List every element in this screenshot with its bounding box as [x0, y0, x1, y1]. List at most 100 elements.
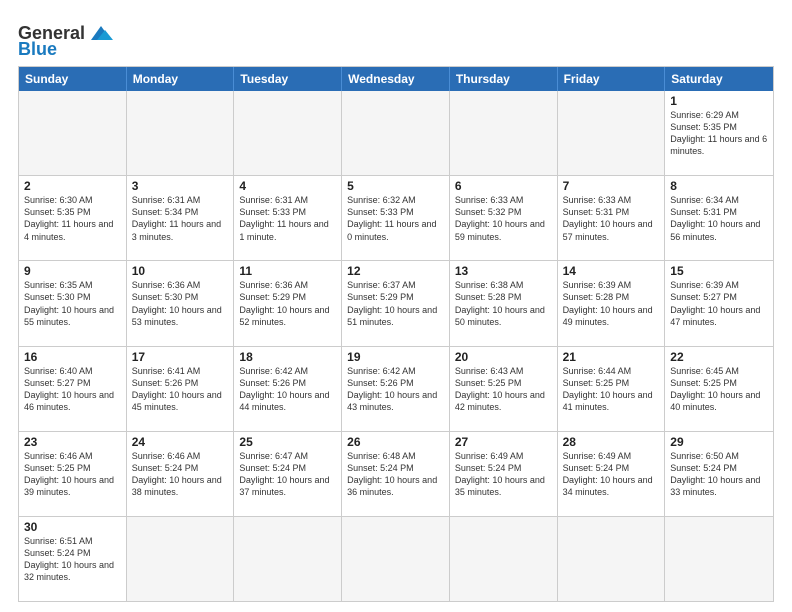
header-day-sunday: Sunday [19, 67, 127, 91]
day-cell-9: 9Sunrise: 6:35 AMSunset: 5:30 PMDaylight… [19, 261, 127, 345]
day-number: 29 [670, 435, 768, 449]
day-info: Sunrise: 6:31 AMSunset: 5:33 PMDaylight:… [239, 194, 336, 243]
day-cell-6: 6Sunrise: 6:33 AMSunset: 5:32 PMDaylight… [450, 176, 558, 260]
day-cell-5: 5Sunrise: 6:32 AMSunset: 5:33 PMDaylight… [342, 176, 450, 260]
day-cell-4: 4Sunrise: 6:31 AMSunset: 5:33 PMDaylight… [234, 176, 342, 260]
page: General Blue SundayMondayTuesdayWednesda… [0, 0, 792, 612]
logo-icon [87, 22, 115, 44]
empty-cell [127, 91, 235, 175]
day-cell-3: 3Sunrise: 6:31 AMSunset: 5:34 PMDaylight… [127, 176, 235, 260]
day-number: 13 [455, 264, 552, 278]
day-cell-27: 27Sunrise: 6:49 AMSunset: 5:24 PMDayligh… [450, 432, 558, 516]
day-number: 19 [347, 350, 444, 364]
day-number: 20 [455, 350, 552, 364]
day-number: 26 [347, 435, 444, 449]
empty-cell [558, 517, 666, 601]
day-number: 25 [239, 435, 336, 449]
empty-cell [234, 91, 342, 175]
logo: General Blue [18, 22, 115, 58]
day-info: Sunrise: 6:39 AMSunset: 5:27 PMDaylight:… [670, 279, 768, 328]
day-number: 4 [239, 179, 336, 193]
day-info: Sunrise: 6:35 AMSunset: 5:30 PMDaylight:… [24, 279, 121, 328]
day-info: Sunrise: 6:47 AMSunset: 5:24 PMDaylight:… [239, 450, 336, 499]
day-info: Sunrise: 6:46 AMSunset: 5:24 PMDaylight:… [132, 450, 229, 499]
empty-cell [558, 91, 666, 175]
day-info: Sunrise: 6:38 AMSunset: 5:28 PMDaylight:… [455, 279, 552, 328]
day-number: 16 [24, 350, 121, 364]
day-info: Sunrise: 6:46 AMSunset: 5:25 PMDaylight:… [24, 450, 121, 499]
day-cell-14: 14Sunrise: 6:39 AMSunset: 5:28 PMDayligh… [558, 261, 666, 345]
header-day-tuesday: Tuesday [234, 67, 342, 91]
day-number: 14 [563, 264, 660, 278]
logo-text-blue: Blue [18, 40, 57, 58]
empty-cell [342, 517, 450, 601]
day-number: 10 [132, 264, 229, 278]
day-info: Sunrise: 6:33 AMSunset: 5:32 PMDaylight:… [455, 194, 552, 243]
day-cell-17: 17Sunrise: 6:41 AMSunset: 5:26 PMDayligh… [127, 347, 235, 431]
day-cell-18: 18Sunrise: 6:42 AMSunset: 5:26 PMDayligh… [234, 347, 342, 431]
header-day-saturday: Saturday [665, 67, 773, 91]
day-cell-24: 24Sunrise: 6:46 AMSunset: 5:24 PMDayligh… [127, 432, 235, 516]
day-cell-13: 13Sunrise: 6:38 AMSunset: 5:28 PMDayligh… [450, 261, 558, 345]
calendar-row-3: 9Sunrise: 6:35 AMSunset: 5:30 PMDaylight… [19, 260, 773, 345]
day-cell-16: 16Sunrise: 6:40 AMSunset: 5:27 PMDayligh… [19, 347, 127, 431]
day-number: 24 [132, 435, 229, 449]
day-cell-10: 10Sunrise: 6:36 AMSunset: 5:30 PMDayligh… [127, 261, 235, 345]
calendar-body: 1Sunrise: 6:29 AMSunset: 5:35 PMDaylight… [19, 91, 773, 601]
day-cell-26: 26Sunrise: 6:48 AMSunset: 5:24 PMDayligh… [342, 432, 450, 516]
day-info: Sunrise: 6:44 AMSunset: 5:25 PMDaylight:… [563, 365, 660, 414]
day-cell-12: 12Sunrise: 6:37 AMSunset: 5:29 PMDayligh… [342, 261, 450, 345]
day-info: Sunrise: 6:41 AMSunset: 5:26 PMDaylight:… [132, 365, 229, 414]
day-number: 7 [563, 179, 660, 193]
day-cell-30: 30Sunrise: 6:51 AMSunset: 5:24 PMDayligh… [19, 517, 127, 601]
header-day-thursday: Thursday [450, 67, 558, 91]
day-info: Sunrise: 6:40 AMSunset: 5:27 PMDaylight:… [24, 365, 121, 414]
day-cell-19: 19Sunrise: 6:42 AMSunset: 5:26 PMDayligh… [342, 347, 450, 431]
day-cell-29: 29Sunrise: 6:50 AMSunset: 5:24 PMDayligh… [665, 432, 773, 516]
day-number: 2 [24, 179, 121, 193]
day-number: 23 [24, 435, 121, 449]
day-number: 5 [347, 179, 444, 193]
day-cell-11: 11Sunrise: 6:36 AMSunset: 5:29 PMDayligh… [234, 261, 342, 345]
day-info: Sunrise: 6:36 AMSunset: 5:30 PMDaylight:… [132, 279, 229, 328]
day-cell-15: 15Sunrise: 6:39 AMSunset: 5:27 PMDayligh… [665, 261, 773, 345]
day-info: Sunrise: 6:37 AMSunset: 5:29 PMDaylight:… [347, 279, 444, 328]
empty-cell [665, 517, 773, 601]
day-number: 28 [563, 435, 660, 449]
day-info: Sunrise: 6:51 AMSunset: 5:24 PMDaylight:… [24, 535, 121, 584]
day-number: 6 [455, 179, 552, 193]
empty-cell [450, 517, 558, 601]
day-number: 3 [132, 179, 229, 193]
empty-cell [234, 517, 342, 601]
day-info: Sunrise: 6:42 AMSunset: 5:26 PMDaylight:… [347, 365, 444, 414]
day-info: Sunrise: 6:29 AMSunset: 5:35 PMDaylight:… [670, 109, 768, 158]
empty-cell [342, 91, 450, 175]
header-day-monday: Monday [127, 67, 235, 91]
day-info: Sunrise: 6:49 AMSunset: 5:24 PMDaylight:… [563, 450, 660, 499]
empty-cell [450, 91, 558, 175]
empty-cell [19, 91, 127, 175]
day-info: Sunrise: 6:36 AMSunset: 5:29 PMDaylight:… [239, 279, 336, 328]
day-info: Sunrise: 6:43 AMSunset: 5:25 PMDaylight:… [455, 365, 552, 414]
day-info: Sunrise: 6:31 AMSunset: 5:34 PMDaylight:… [132, 194, 229, 243]
day-cell-28: 28Sunrise: 6:49 AMSunset: 5:24 PMDayligh… [558, 432, 666, 516]
calendar-row-2: 2Sunrise: 6:30 AMSunset: 5:35 PMDaylight… [19, 175, 773, 260]
day-cell-20: 20Sunrise: 6:43 AMSunset: 5:25 PMDayligh… [450, 347, 558, 431]
day-number: 30 [24, 520, 121, 534]
header: General Blue [18, 18, 774, 58]
day-number: 1 [670, 94, 768, 108]
day-info: Sunrise: 6:30 AMSunset: 5:35 PMDaylight:… [24, 194, 121, 243]
day-info: Sunrise: 6:34 AMSunset: 5:31 PMDaylight:… [670, 194, 768, 243]
day-number: 8 [670, 179, 768, 193]
day-number: 9 [24, 264, 121, 278]
day-info: Sunrise: 6:45 AMSunset: 5:25 PMDaylight:… [670, 365, 768, 414]
calendar: SundayMondayTuesdayWednesdayThursdayFrid… [18, 66, 774, 602]
day-cell-8: 8Sunrise: 6:34 AMSunset: 5:31 PMDaylight… [665, 176, 773, 260]
day-info: Sunrise: 6:42 AMSunset: 5:26 PMDaylight:… [239, 365, 336, 414]
calendar-row-6: 30Sunrise: 6:51 AMSunset: 5:24 PMDayligh… [19, 516, 773, 601]
day-number: 15 [670, 264, 768, 278]
calendar-row-1: 1Sunrise: 6:29 AMSunset: 5:35 PMDaylight… [19, 91, 773, 175]
day-number: 11 [239, 264, 336, 278]
day-info: Sunrise: 6:33 AMSunset: 5:31 PMDaylight:… [563, 194, 660, 243]
day-cell-22: 22Sunrise: 6:45 AMSunset: 5:25 PMDayligh… [665, 347, 773, 431]
